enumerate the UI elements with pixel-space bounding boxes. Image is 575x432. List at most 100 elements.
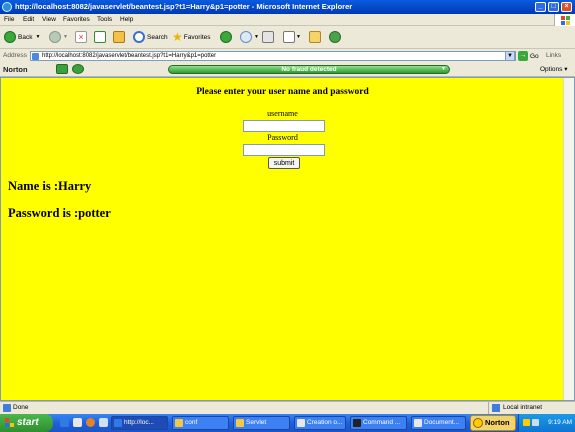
- minimize-button[interactable]: _: [535, 2, 546, 12]
- norton-monitor-icon[interactable]: [56, 64, 68, 74]
- quicklaunch-outlook-icon[interactable]: [73, 418, 82, 427]
- norton-globe-icon[interactable]: [72, 64, 84, 74]
- history-button[interactable]: [220, 29, 234, 45]
- norton-logo: Norton: [3, 65, 28, 74]
- windows-flag-icon: [5, 418, 14, 427]
- close-button[interactable]: ×: [561, 2, 572, 12]
- password-input[interactable]: [243, 144, 325, 156]
- task-label: http://loc...: [124, 419, 154, 426]
- fraud-status-text: No fraud detected: [281, 66, 337, 73]
- messenger-icon: [329, 31, 341, 43]
- mail-dropdown-icon[interactable]: ▼: [254, 34, 259, 40]
- norton-taskbar-button[interactable]: Norton: [470, 415, 516, 431]
- menu-view[interactable]: View: [42, 16, 56, 23]
- home-icon: [113, 31, 125, 43]
- menu-help[interactable]: Help: [120, 16, 133, 23]
- status-text: Done: [13, 404, 29, 411]
- forward-button[interactable]: ▼: [49, 29, 68, 45]
- stop-button[interactable]: ×: [75, 29, 87, 45]
- page-icon: [32, 53, 39, 60]
- norton-toolbar: Norton No fraud detected ▼ Options ▾: [0, 63, 575, 77]
- norton-shield-icon: [473, 418, 483, 428]
- norton-options-label: Options: [540, 66, 563, 73]
- history-icon: [220, 31, 232, 43]
- password-result: Password is :potter: [8, 206, 111, 220]
- password-label: Password: [267, 133, 298, 142]
- document-task-icon: [414, 419, 422, 427]
- intranet-icon: [492, 404, 500, 412]
- task-label: Document...: [424, 419, 460, 426]
- print-icon: [262, 31, 274, 43]
- back-dropdown-icon[interactable]: ▼: [35, 34, 40, 40]
- window-titlebar[interactable]: http://localhost:8082/javaservlet/beante…: [0, 0, 575, 14]
- vertical-scrollbar[interactable]: [563, 78, 574, 400]
- address-input[interactable]: http://localhost:8082/javaservlet/beante…: [30, 51, 516, 61]
- folder-task-icon: [175, 419, 183, 427]
- home-button[interactable]: [113, 29, 125, 45]
- edit-button[interactable]: ▼: [283, 29, 301, 45]
- task-command-prompt[interactable]: Command ...: [350, 416, 407, 430]
- refresh-icon: [94, 31, 106, 43]
- task-label: Creation o...: [307, 419, 343, 426]
- star-icon: ★: [172, 30, 183, 44]
- security-zone: Local intranet: [488, 402, 575, 414]
- name-result: Name is :Harry: [8, 179, 92, 193]
- print-button[interactable]: [262, 29, 274, 45]
- taskbar: start http://loc... conf Servlet Creatio…: [0, 414, 575, 432]
- tray-norton-icon[interactable]: [523, 419, 530, 426]
- favorites-label: Favorites: [183, 33, 211, 41]
- edit-dropdown-icon[interactable]: ▼: [296, 34, 301, 40]
- quicklaunch-desktop-icon[interactable]: [99, 418, 108, 427]
- windows-logo-icon: [554, 14, 575, 26]
- messenger-button[interactable]: [329, 29, 343, 45]
- folder-button[interactable]: [309, 29, 321, 45]
- links-button[interactable]: Links: [546, 52, 561, 59]
- task-document[interactable]: Document...: [411, 416, 466, 430]
- task-servlet-folder[interactable]: Servlet: [233, 416, 290, 430]
- command-prompt-icon: [353, 419, 361, 427]
- search-label: Search: [147, 33, 168, 41]
- menu-file[interactable]: File: [4, 16, 14, 23]
- folder-icon: [309, 31, 321, 43]
- menu-favorites[interactable]: Favorites: [63, 16, 90, 23]
- task-ie-window[interactable]: http://loc...: [111, 416, 168, 430]
- quicklaunch-firefox-icon[interactable]: [86, 418, 95, 427]
- menu-edit[interactable]: Edit: [23, 16, 34, 23]
- start-button[interactable]: start: [0, 414, 53, 432]
- address-dropdown-button[interactable]: ▼: [505, 51, 515, 61]
- clock[interactable]: 9:19 AM: [548, 419, 572, 426]
- ie-icon: [2, 2, 12, 12]
- edit-icon: [283, 31, 295, 43]
- refresh-button[interactable]: [94, 29, 106, 45]
- forward-dropdown-icon[interactable]: ▼: [63, 34, 68, 40]
- address-bar: Address http://localhost:8082/javaservle…: [0, 49, 575, 64]
- menu-bar: File Edit View Favorites Tools Help: [0, 14, 575, 26]
- menu-tools[interactable]: Tools: [97, 16, 112, 23]
- fraud-status-bar[interactable]: No fraud detected ▼: [168, 65, 450, 74]
- tray-network-icon[interactable]: [532, 419, 539, 426]
- mail-button[interactable]: ▼: [240, 29, 259, 45]
- mail-icon: [240, 31, 252, 43]
- address-label: Address: [3, 52, 27, 59]
- back-button[interactable]: Back ▼: [4, 29, 40, 45]
- username-input[interactable]: [243, 120, 325, 132]
- quicklaunch-ie-icon[interactable]: [60, 418, 69, 427]
- window-title: http://localhost:8082/javaservlet/beante…: [15, 2, 353, 11]
- fraud-dropdown-icon: ▼: [441, 66, 446, 72]
- maximize-button[interactable]: □: [548, 2, 559, 12]
- forward-arrow-icon: [49, 31, 61, 43]
- task-creation-doc[interactable]: Creation o...: [294, 416, 346, 430]
- stop-icon: ×: [75, 31, 87, 43]
- go-label: Go: [530, 52, 539, 60]
- page-done-icon: [3, 404, 11, 412]
- username-label: username: [267, 109, 298, 118]
- search-button[interactable]: Search: [133, 29, 168, 45]
- task-conf-folder[interactable]: conf: [172, 416, 229, 430]
- favorites-button[interactable]: ★ Favorites: [172, 29, 211, 45]
- go-button[interactable]: → Go: [518, 51, 539, 61]
- task-label: Command ...: [363, 419, 401, 426]
- go-arrow-icon: →: [518, 51, 528, 61]
- task-label: conf: [185, 419, 198, 426]
- norton-options-button[interactable]: Options ▾: [540, 65, 567, 73]
- submit-button[interactable]: submit: [268, 157, 300, 169]
